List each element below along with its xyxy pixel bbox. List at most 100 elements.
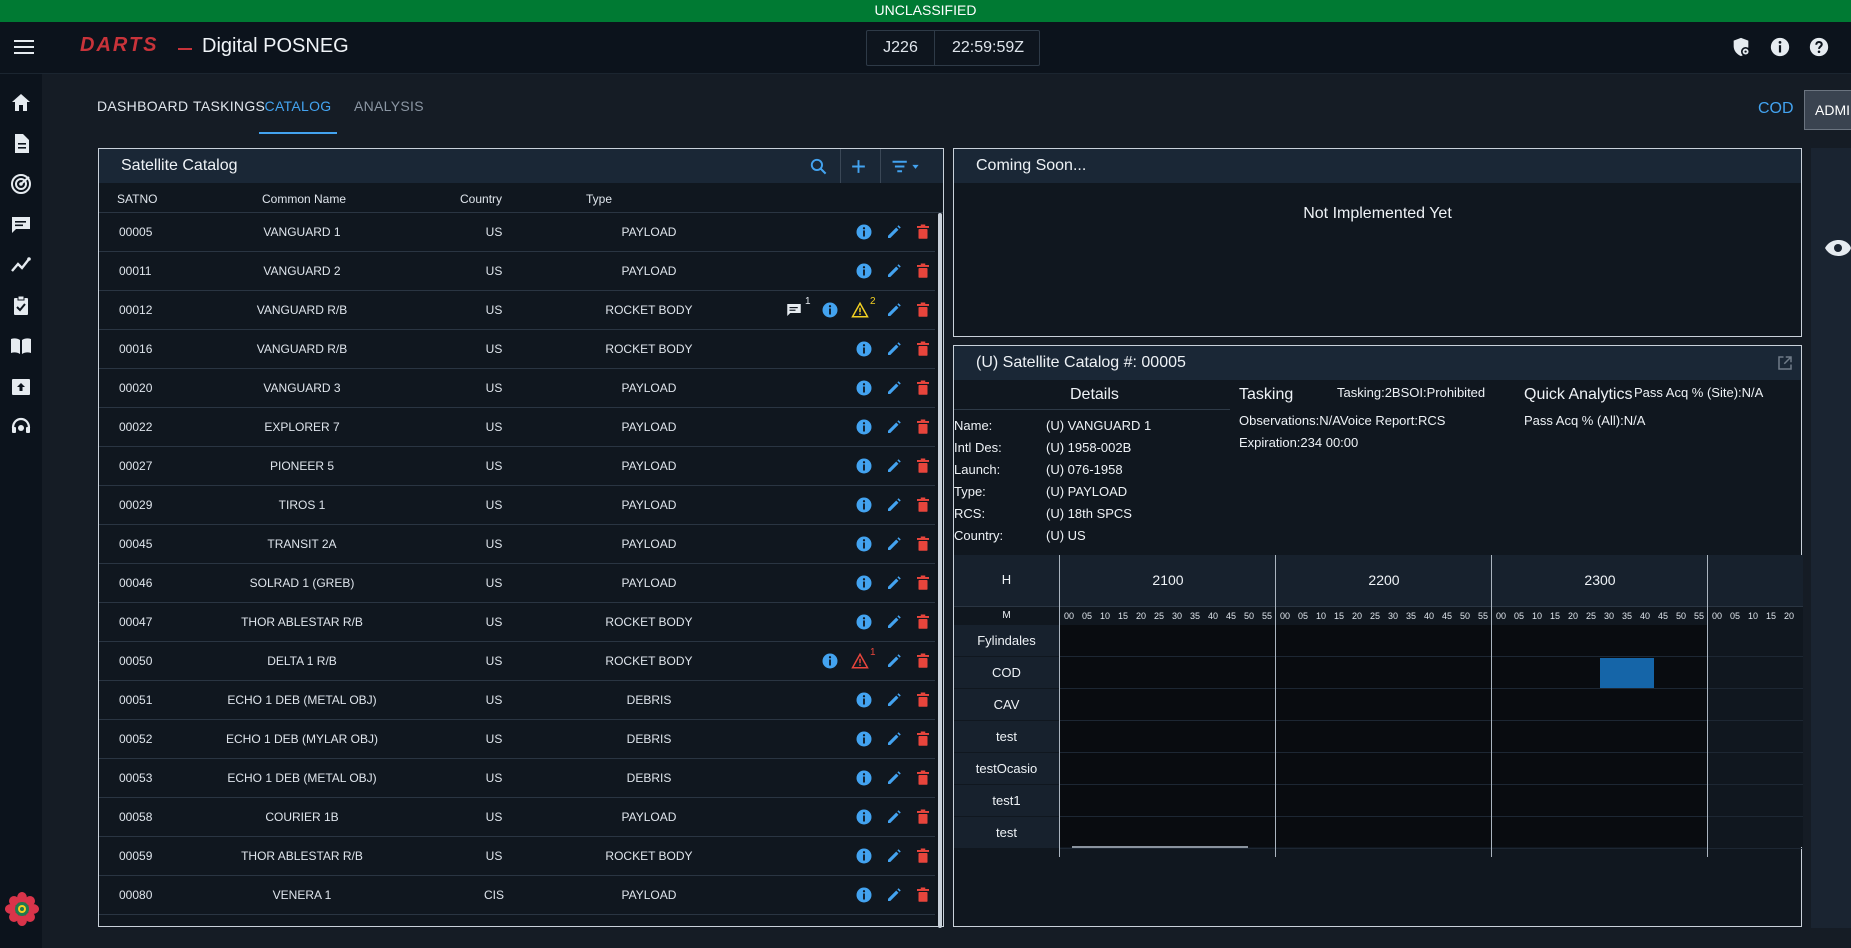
edit-icon[interactable] [885,769,903,787]
info-icon[interactable] [821,652,839,670]
edit-icon[interactable] [885,262,903,280]
catalog-row[interactable]: 00058 COURIER 1B US PAYLOAD [99,798,935,837]
catalog-row[interactable]: 00047 THOR ABLESTAR R/B US ROCKET BODY [99,603,935,642]
upload-icon[interactable] [9,375,33,399]
catalog-row[interactable]: 00005 VANGUARD 1 US PAYLOAD [99,213,935,252]
site-row-label[interactable]: test1 [954,785,1059,816]
catalog-row[interactable]: 00027 PIONEER 5 US PAYLOAD [99,447,935,486]
site-row-label[interactable]: test [954,817,1059,848]
catalog-row[interactable]: 00029 TIROS 1 US PAYLOAD [99,486,935,525]
catalog-row[interactable]: 00052 ECHO 1 DEB (MYLAR OBJ) US DEBRIS [99,720,935,759]
catalog-row[interactable]: 00016 VANGUARD R/B US ROCKET BODY [99,330,935,369]
delete-icon[interactable] [914,301,932,319]
delete-icon[interactable] [914,691,932,709]
info-icon[interactable] [855,496,873,514]
info-icon[interactable] [855,262,873,280]
warning-icon[interactable] [851,301,869,319]
catalog-row[interactable]: 00050 DELTA 1 R/B US ROCKET BODY 1 [99,642,935,681]
delete-icon[interactable] [914,613,932,631]
analytics-icon[interactable] [9,253,33,277]
delete-icon[interactable] [914,730,932,748]
edit-icon[interactable] [885,418,903,436]
book-icon[interactable] [9,334,33,358]
chat-icon[interactable] [9,213,33,237]
site-row-label[interactable]: COD [954,657,1059,688]
catalog-row[interactable]: 00045 TRANSIT 2A US PAYLOAD [99,525,935,564]
col-type[interactable]: Type [586,192,612,206]
tab-dashboard[interactable]: DASHBOARD [97,88,188,134]
col-country[interactable]: Country [460,192,502,206]
catalog-row[interactable]: 00046 SOLRAD 1 (GREB) US PAYLOAD [99,564,935,603]
catalog-row[interactable]: 00051 ECHO 1 DEB (METAL OBJ) US DEBRIS [99,681,935,720]
edit-icon[interactable] [885,691,903,709]
delete-icon[interactable] [914,379,932,397]
delete-icon[interactable] [914,418,932,436]
catalog-row[interactable]: 00080 VENERA 1 CIS PAYLOAD [99,876,935,915]
delete-icon[interactable] [914,223,932,241]
info-icon[interactable] [855,379,873,397]
site-row-label[interactable]: Fylindales [954,625,1059,656]
catalog-row[interactable]: 00011 VANGUARD 2 US PAYLOAD [99,252,935,291]
visibility-icon[interactable] [1823,238,1851,258]
info-icon[interactable] [855,886,873,904]
info-icon[interactable] [855,418,873,436]
delete-icon[interactable] [914,340,932,358]
edit-icon[interactable] [885,496,903,514]
delete-icon[interactable] [914,496,932,514]
delete-icon[interactable] [914,574,932,592]
info-icon[interactable] [855,769,873,787]
col-satno[interactable]: SATNO [117,192,157,206]
delete-icon[interactable] [914,457,932,475]
info-icon[interactable] [855,730,873,748]
edit-icon[interactable] [885,340,903,358]
support-agent-icon[interactable] [9,415,33,439]
comment-icon[interactable] [785,301,803,319]
info-icon[interactable] [1769,36,1791,58]
home-icon[interactable] [9,91,33,115]
tab-catalog[interactable]: CATALOG [259,88,337,134]
clipboard-icon[interactable] [9,294,33,318]
open-external-icon[interactable] [1776,354,1794,372]
info-icon[interactable] [855,223,873,241]
shield-settings-icon[interactable] [1730,36,1752,58]
edit-icon[interactable] [885,457,903,475]
edit-icon[interactable] [885,379,903,397]
delete-icon[interactable] [914,769,932,787]
tab-taskings[interactable]: TASKINGS [193,88,265,134]
delete-icon[interactable] [914,847,932,865]
catalog-scrollbar[interactable] [935,213,943,928]
site-row-label[interactable]: testOcasio [954,753,1059,784]
alert-icon[interactable] [851,652,869,670]
catalog-row[interactable]: 00022 EXPLORER 7 US PAYLOAD [99,408,935,447]
edit-icon[interactable] [885,574,903,592]
help-icon[interactable] [1808,36,1830,58]
edit-icon[interactable] [885,223,903,241]
site-row-label[interactable]: CAV [954,689,1059,720]
cod-pass-block[interactable] [1600,658,1654,688]
delete-icon[interactable] [914,535,932,553]
catalog-row[interactable]: 00053 ECHO 1 DEB (METAL OBJ) US DEBRIS [99,759,935,798]
info-icon[interactable] [855,613,873,631]
edit-icon[interactable] [885,730,903,748]
catalog-row[interactable]: 00020 VANGUARD 3 US PAYLOAD [99,369,935,408]
add-icon[interactable] [849,157,868,176]
edit-icon[interactable] [885,652,903,670]
catalog-row[interactable]: 00059 THOR ABLESTAR R/B US ROCKET BODY [99,837,935,876]
edit-icon[interactable] [885,613,903,631]
radar-icon[interactable] [9,172,33,196]
site-selector[interactable]: COD [1758,100,1794,118]
info-icon[interactable] [821,301,839,319]
edit-icon[interactable] [885,847,903,865]
info-icon[interactable] [855,457,873,475]
delete-icon[interactable] [914,808,932,826]
info-icon[interactable] [855,574,873,592]
edit-icon[interactable] [885,301,903,319]
info-icon[interactable] [855,691,873,709]
site-row-label[interactable]: test [954,721,1059,752]
delete-icon[interactable] [914,262,932,280]
edit-icon[interactable] [885,808,903,826]
admin-button[interactable]: ADMIN [1804,90,1851,130]
catalog-row[interactable]: 00012 VANGUARD R/B US ROCKET BODY 1 2 [99,291,935,330]
document-icon[interactable] [9,132,33,156]
col-common-name[interactable]: Common Name [262,192,346,206]
